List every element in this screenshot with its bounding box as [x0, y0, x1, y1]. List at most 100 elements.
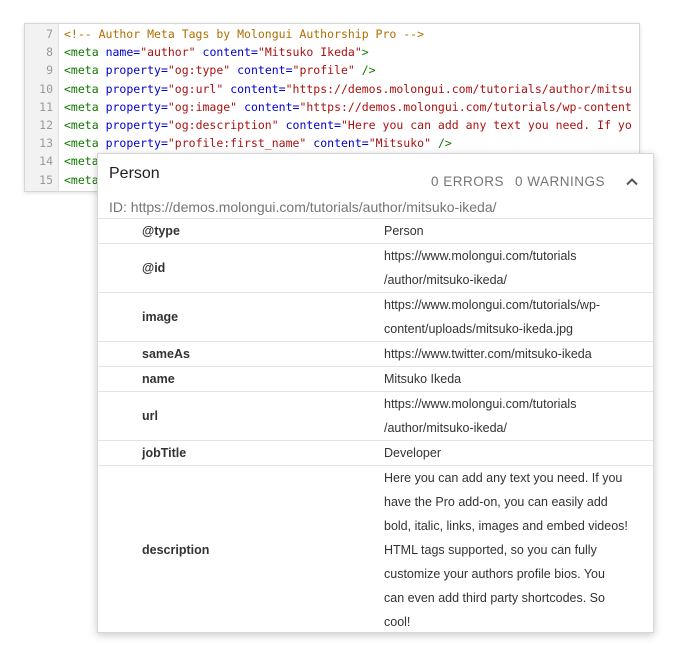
property-key: image	[142, 310, 179, 324]
table-row: name Mitsuko Ikeda	[98, 366, 653, 391]
code-token-val: "og:type"	[167, 63, 231, 78]
table-row: sameAs https://www.twitter.com/mitsuko-ik…	[98, 341, 653, 366]
code-line: 9 <meta property="og:type" content="profi…	[25, 61, 639, 79]
property-key: sameAs	[142, 347, 190, 361]
property-key: url	[142, 409, 158, 423]
code-token-val: "https://demos.molongui.com/tutorials/au…	[285, 81, 632, 96]
line-number: 7	[46, 27, 53, 41]
value-line: have the Pro add-on, you can easily add	[384, 495, 608, 509]
code-token-tag: />	[437, 136, 452, 151]
code-token-val: "profile:first_name"	[167, 136, 307, 151]
code-token-attr: content=	[244, 99, 300, 114]
value-line: content/uploads/mitsuko-ikeda.jpg	[384, 322, 574, 336]
table-row: @id https://www.molongui.com/tutorials/au…	[98, 243, 653, 292]
line-number: 8	[46, 45, 53, 60]
code-token-comment: <!-- Author Meta Tags by Molongui Author…	[64, 27, 425, 41]
code-token-attr: content=	[313, 136, 369, 151]
table-row: url https://www.molongui.com/tutorials/au…	[98, 391, 653, 440]
line-number: 11	[39, 99, 53, 114]
property-value: Mitsuko Ikeda	[384, 367, 653, 391]
property-key: @type	[142, 224, 180, 238]
code-token-tag: >	[361, 45, 369, 60]
value-line: Developer	[384, 446, 441, 460]
code-text: <meta property="og:url" content="https:/…	[64, 80, 632, 98]
code-token-val: "og:url"	[167, 81, 224, 96]
table-row: jobTitle Developer	[98, 440, 653, 465]
properties-table: @type Person @id https://www.molongui.com/t…	[98, 218, 653, 632]
code-line: 12 <meta property="og:description" conten…	[25, 116, 639, 134]
property-key: description	[142, 543, 210, 557]
value-line: Here you can add any text you need. If y…	[384, 471, 623, 485]
code-token-attr: content=	[237, 63, 293, 78]
line-number: 12	[39, 118, 53, 132]
code-token-tag: <meta	[64, 63, 99, 78]
code-token-val: "author"	[140, 45, 196, 60]
code-token-val: "og:image"	[167, 99, 238, 114]
value-line: HTML tags supported, so you can fully	[384, 543, 597, 557]
code-line: 13 <meta property="profile:first_name" co…	[25, 134, 639, 152]
property-value: Developer	[384, 441, 653, 465]
warnings-count: 0 WARNINGS	[515, 174, 606, 189]
code-token-tag: <meta	[64, 99, 99, 114]
value-line: customize your authors profile bios. You	[384, 567, 605, 581]
code-text: <meta property="og:description" content=…	[64, 116, 632, 134]
code-token-attr: content=	[230, 81, 286, 96]
value-line: can even add third party shortcodes. So	[384, 591, 605, 605]
code-token-val: "Here you can add any text you need. If …	[340, 118, 632, 132]
line-number: 14	[39, 154, 53, 169]
property-value: Person	[384, 219, 653, 243]
value-line: https://www.molongui.com/tutorials	[384, 397, 577, 411]
code-line: 10 <meta property="og:url" content="https…	[25, 80, 639, 98]
value-line: https://www.molongui.com/tutorials/wp-	[384, 298, 601, 312]
item-id: ID: https://demos.molongui.com/tutorials…	[109, 199, 497, 215]
code-text: <meta	[64, 171, 99, 189]
code-token-val: "profile"	[292, 63, 355, 78]
table-row: image https://www.molongui.com/tutorials/…	[98, 292, 653, 341]
value-line: bold, italic, links, images and embed vi…	[384, 519, 628, 533]
code-token-attr: property=	[105, 99, 168, 114]
line-number: 10	[39, 81, 53, 96]
property-value: https://www.molongui.com/tutorials/autho…	[384, 244, 653, 292]
code-token-tag: <meta	[64, 81, 99, 96]
code-token-attr: property=	[105, 81, 168, 96]
code-token-tag: <meta	[64, 45, 99, 60]
code-text: <meta property="profile:first_name" cont…	[64, 134, 452, 152]
code-token-attr: content=	[285, 118, 341, 132]
property-value: https://www.twitter.com/mitsuko-ikeda	[384, 342, 653, 366]
code-token-val: "og:description"	[167, 118, 279, 132]
code-line: 8 <meta name="author" content="Mitsuko Ik…	[25, 43, 639, 61]
card-title: Person	[109, 165, 160, 182]
property-value: https://www.molongui.com/tutorials/autho…	[384, 392, 653, 440]
code-token-attr: property=	[105, 118, 168, 132]
line-number: 15	[39, 172, 53, 187]
value-line: https://www.molongui.com/tutorials	[384, 249, 577, 263]
property-value: Here you can add any text you need. If y…	[384, 466, 653, 632]
code-text: <!-- Author Meta Tags by Molongui Author…	[64, 25, 424, 43]
value-line: /author/mitsuko-ikeda/	[384, 273, 507, 287]
code-token-tag: <meta	[64, 172, 99, 187]
value-line: Mitsuko Ikeda	[384, 372, 462, 386]
code-text: <meta property="og:type" content="profil…	[64, 61, 376, 79]
code-text: <meta name="author" content="Mitsuko Ike…	[64, 43, 369, 61]
code-token-tag: <meta	[64, 118, 99, 132]
line-number: 13	[39, 136, 53, 151]
code-text: <meta	[64, 152, 99, 170]
code-token-attr: name=	[105, 45, 141, 60]
collapse-button[interactable]	[620, 170, 644, 194]
value-line: cool!	[384, 615, 411, 629]
table-row: description Here you can add any text you…	[98, 465, 653, 632]
property-key: jobTitle	[142, 446, 187, 460]
errors-count: 0 ERRORS	[431, 174, 505, 189]
code-line: 7 <!-- Author Meta Tags by Molongui Autho…	[25, 25, 639, 43]
property-value: https://www.molongui.com/tutorials/wp-co…	[384, 293, 653, 341]
